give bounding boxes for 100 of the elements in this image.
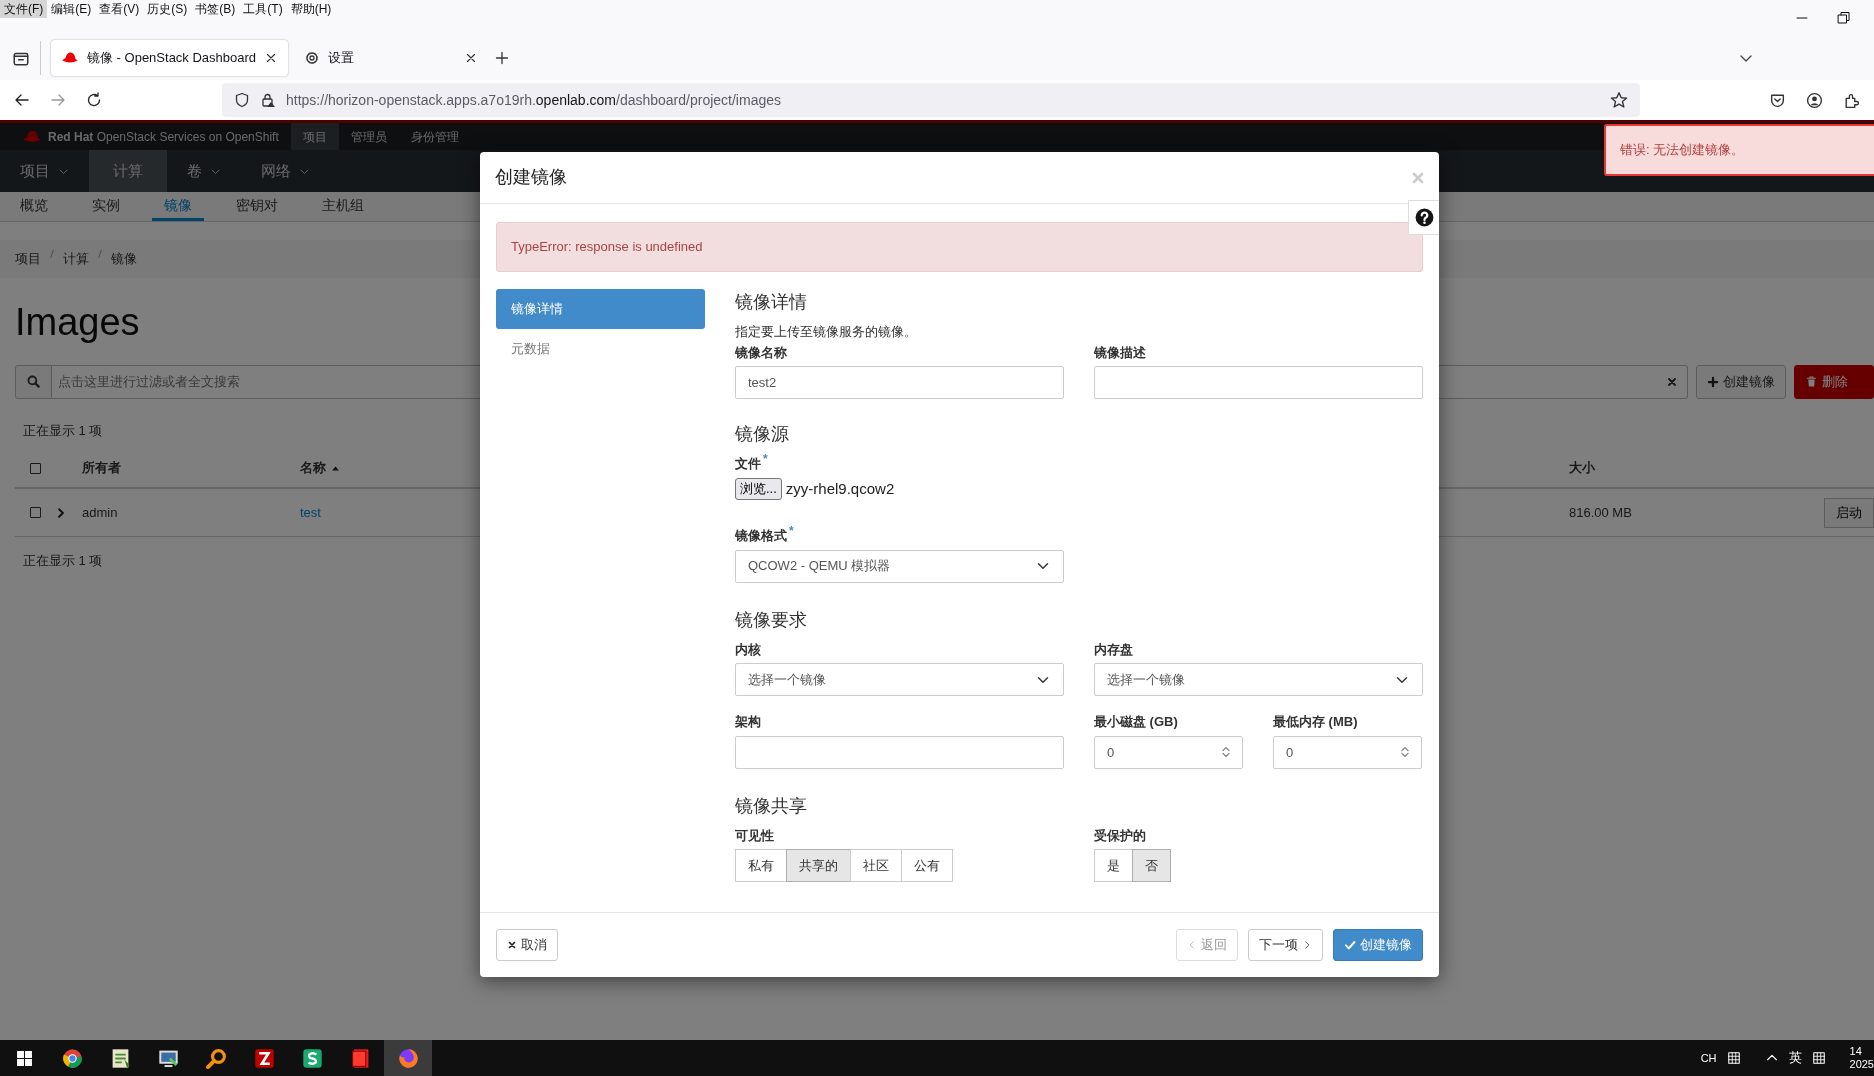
clear-icon[interactable] xyxy=(1666,375,1678,388)
section-heading: 镜像要求 xyxy=(735,608,808,632)
next-button[interactable]: 下一项 xyxy=(1248,929,1323,961)
select-field[interactable]: 选择一个镜像 xyxy=(1094,663,1423,696)
expand-icon[interactable] xyxy=(55,507,67,520)
field-label: 最小磁盘 (GB) xyxy=(1094,713,1178,731)
star-icon[interactable] xyxy=(1610,91,1628,109)
column-header[interactable]: 大小 xyxy=(1569,458,1595,478)
select-field[interactable]: QCOW2 - QEMU 模拟器 xyxy=(735,549,1064,583)
keyboard-grid-icon[interactable] xyxy=(1811,1051,1826,1065)
browser-tab[interactable]: 设置 xyxy=(294,40,489,76)
nav-tab[interactable]: 身份管理 xyxy=(398,123,471,150)
section-heading: 镜像详情 xyxy=(735,291,808,314)
input-field[interactable]: test2 xyxy=(735,366,1064,399)
breadcrumb-item: 镜像 xyxy=(111,250,137,268)
toggle-option[interactable]: 是 xyxy=(1094,849,1133,882)
nav-tab[interactable]: 概览 xyxy=(8,192,60,221)
input-field[interactable]: 0 xyxy=(1273,735,1422,769)
clock-time[interactable]: 14 xyxy=(1849,1045,1862,1058)
nav-tab[interactable]: 密钥对 xyxy=(224,192,290,221)
field-label: 最低内存 (MB) xyxy=(1273,713,1358,731)
column-header[interactable]: 名称 xyxy=(300,458,326,478)
browser-tab[interactable]: 镜像 - OpenStack Dashboard xyxy=(51,40,289,76)
dialog-title: 创建镜像 xyxy=(495,166,567,189)
required-mark: * xyxy=(763,454,768,468)
launch-button[interactable]: 启动 xyxy=(1824,497,1874,528)
chevron-left-icon xyxy=(1187,940,1197,950)
gear-icon xyxy=(304,50,321,66)
extensions-icon[interactable] xyxy=(1843,91,1860,109)
item-count: 正在显示 1 项 xyxy=(23,552,103,570)
toggle-option[interactable]: 社区 xyxy=(850,849,902,882)
zigzag-tile-icon xyxy=(253,1047,275,1069)
toggle-option[interactable]: 共享的 xyxy=(786,849,851,882)
breadcrumb-item[interactable]: 项目 xyxy=(15,249,41,269)
pocket-icon[interactable] xyxy=(1769,91,1786,109)
nav-tab[interactable]: 管理员 xyxy=(338,123,399,150)
section-description: 指定要上传至镜像服务的镜像。 xyxy=(735,323,918,341)
nav-tab[interactable]: 实例 xyxy=(80,192,132,221)
checkbox[interactable] xyxy=(29,462,41,474)
shield-icon xyxy=(234,92,250,108)
tab-title: 设置 xyxy=(328,49,356,68)
reload-icon[interactable] xyxy=(86,92,102,108)
address-field[interactable]: https://horizon-openstack.apps.a7o19rh.openlab.com/dashboard/project/images xyxy=(222,83,1640,117)
menu-item[interactable]: 编辑(E) xyxy=(47,0,96,18)
toggle-option[interactable]: 私有 xyxy=(735,849,787,882)
create-button[interactable]: 创建镜像 xyxy=(1696,364,1786,399)
spinner-icon[interactable] xyxy=(1398,744,1412,759)
menu-item[interactable]: 帮助(H) xyxy=(286,0,336,18)
browse-button[interactable]: 浏览... xyxy=(735,477,782,500)
account-icon[interactable] xyxy=(1806,91,1823,109)
cancel-button[interactable]: 取消 xyxy=(496,929,558,961)
checkbox[interactable] xyxy=(29,507,41,518)
s-curve-tile-icon xyxy=(301,1047,323,1069)
column-header[interactable]: 所有者 xyxy=(82,458,121,478)
error-alert: TypeError: response is undefined xyxy=(496,222,1423,272)
keyboard-grid-icon[interactable] xyxy=(1726,1051,1741,1065)
menu-item[interactable]: 查看(V) xyxy=(95,0,144,18)
toggle-option[interactable]: 否 xyxy=(1132,849,1171,882)
back-icon[interactable] xyxy=(14,92,30,108)
round-logo-icon xyxy=(61,1047,83,1069)
check-icon xyxy=(1344,939,1356,951)
slash-icon xyxy=(47,249,57,259)
help-button[interactable] xyxy=(1408,200,1439,235)
lock-icon xyxy=(260,92,276,108)
windows-logo-icon[interactable] xyxy=(15,1049,33,1067)
input-field[interactable] xyxy=(1094,366,1423,399)
search-icon xyxy=(26,374,41,389)
required-mark: * xyxy=(789,526,794,540)
wizard-step[interactable]: 镜像详情 xyxy=(496,289,705,329)
restore-icon[interactable] xyxy=(1836,10,1852,26)
menu-item[interactable]: 文件(F) xyxy=(0,0,48,18)
nav-tab[interactable]: 主机组 xyxy=(310,192,376,221)
select-field[interactable]: 选择一个镜像 xyxy=(735,663,1064,696)
field-label: 受保护的 xyxy=(1094,826,1146,845)
url-text: https://horizon-openstack.apps.a7o19rh.openlab.com/dashboard/project/images xyxy=(286,90,781,110)
item-count: 正在显示 1 项 xyxy=(23,421,103,440)
breadcrumb-item[interactable]: 计算 xyxy=(63,249,89,269)
section-heading: 镜像共享 xyxy=(735,794,808,818)
field-label: 文件 xyxy=(735,455,761,473)
field-label: 镜像描述 xyxy=(1094,343,1146,362)
spinner-icon[interactable] xyxy=(1219,744,1233,759)
submit-button[interactable]: 创建镜像 xyxy=(1333,929,1423,961)
menu-item[interactable]: 书签(B) xyxy=(191,0,240,18)
forward-icon[interactable] xyxy=(50,92,66,108)
toggle-option[interactable]: 公有 xyxy=(901,849,953,882)
clock-date[interactable]: 2025 xyxy=(1849,1058,1874,1071)
section-heading: 镜像源 xyxy=(735,423,790,446)
brand-name: Red Hat OpenStack Services on OpenShift xyxy=(48,128,279,146)
input-field[interactable]: 0 xyxy=(1094,735,1243,769)
menu-item[interactable]: 历史(S) xyxy=(143,0,192,18)
field-label: 镜像名称 xyxy=(735,343,787,362)
input-language[interactable]: CH xyxy=(1700,1049,1717,1067)
new-tab-icon[interactable] xyxy=(494,50,511,66)
menu-item[interactable]: 工具(T) xyxy=(239,0,287,18)
ime-mode[interactable]: 英 xyxy=(1788,1048,1802,1068)
cancel-icon xyxy=(507,940,517,950)
file-name: zyy-rhel9.qcow2 xyxy=(785,478,895,499)
delete-button[interactable]: 删除 xyxy=(1794,364,1874,399)
input-field[interactable] xyxy=(735,735,1064,769)
wizard-step[interactable]: 元数据 xyxy=(496,329,705,369)
